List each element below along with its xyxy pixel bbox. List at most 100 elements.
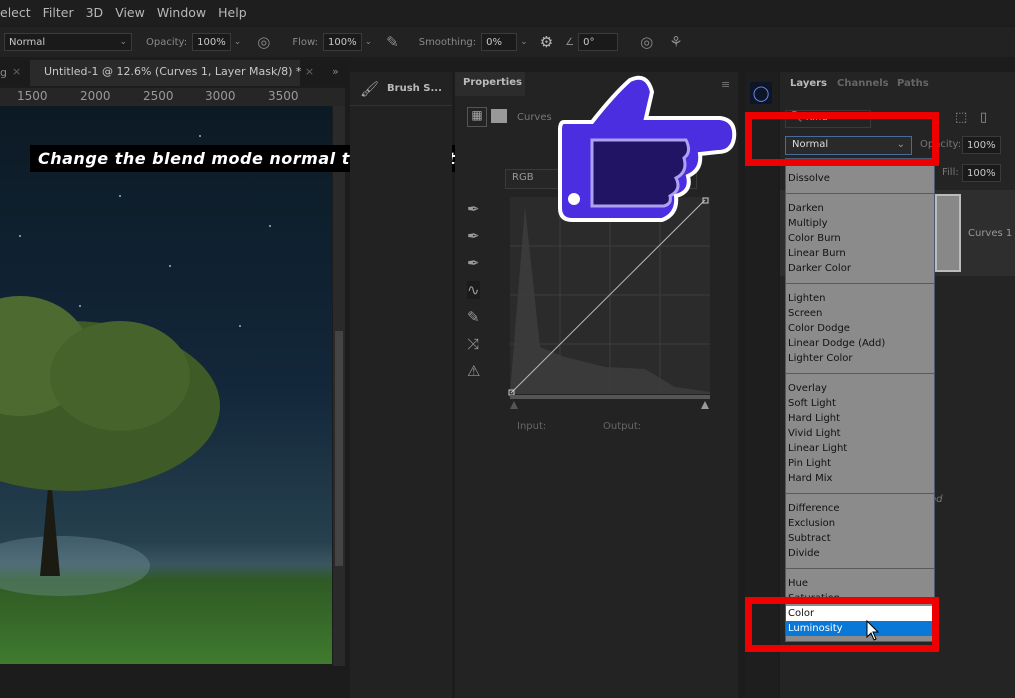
ruler-label: 1500 — [17, 89, 48, 103]
layer-opacity-input[interactable]: 100% — [962, 136, 1001, 154]
scroll-thumb[interactable] — [335, 331, 343, 566]
navigator-icon[interactable]: ◯ — [750, 82, 772, 104]
angle-input[interactable]: 0° — [578, 33, 619, 51]
blend-option-color-dodge[interactable]: Color Dodge — [786, 321, 934, 336]
divider — [786, 283, 934, 284]
blend-option-linear-burn[interactable]: Linear Burn — [786, 246, 934, 261]
menu-3d[interactable]: 3D — [86, 5, 104, 20]
mode-value: Normal — [9, 36, 46, 48]
menu-help[interactable]: Help — [218, 5, 247, 20]
blend-option-darken[interactable]: Darken — [786, 201, 934, 216]
divider — [786, 193, 934, 194]
blend-option-difference[interactable]: Difference — [786, 501, 934, 516]
menu-select[interactable]: elect — [0, 5, 31, 20]
blend-mode-dropdown[interactable]: Dissolve Darken Multiply Color Burn Line… — [785, 158, 935, 642]
clipping-warning-icon[interactable]: ⚠ — [467, 362, 480, 380]
tab-channels[interactable]: Channels — [837, 78, 889, 89]
artboard-icon[interactable]: ▯ — [980, 110, 987, 125]
gear-icon[interactable]: ⚙ — [540, 33, 553, 51]
pointing-hand-icon — [558, 75, 737, 222]
blend-option-hue[interactable]: Hue — [786, 576, 934, 591]
opacity-input[interactable]: 100% — [192, 33, 231, 51]
blend-option-color-burn[interactable]: Color Burn — [786, 231, 934, 246]
mask-icon[interactable] — [491, 109, 507, 123]
adjustment-type: Curves — [517, 112, 552, 123]
blend-option-vivid-light[interactable]: Vivid Light — [786, 426, 934, 441]
close-icon[interactable]: × — [305, 65, 314, 78]
input-label: Input: — [517, 421, 547, 432]
divider — [786, 493, 934, 494]
ruler-label: 2500 — [143, 89, 174, 103]
blend-option-hard-mix[interactable]: Hard Mix — [786, 471, 934, 486]
pressure-opacity-icon[interactable]: ◎ — [257, 33, 270, 51]
ruler-label: 2000 — [80, 89, 111, 103]
pressure-size-icon[interactable]: ◎ — [640, 33, 653, 51]
close-icon[interactable]: × — [12, 65, 21, 78]
flow-label: Flow: — [292, 36, 318, 48]
output-label: Output: — [603, 421, 642, 432]
blend-option-divide[interactable]: Divide — [786, 546, 934, 561]
properties-tab[interactable]: Properties — [455, 72, 525, 96]
brush-settings-label: Brush S... — [387, 83, 442, 94]
menu-filter[interactable]: Filter — [43, 5, 74, 20]
fill-input[interactable]: 100% — [962, 164, 1001, 182]
menu-window[interactable]: Window — [157, 5, 206, 20]
curves-adjustment-icon[interactable]: ▦ — [467, 107, 487, 127]
chevron-down-icon[interactable]: ⌄ — [365, 37, 373, 47]
canvas-image — [0, 135, 301, 596]
pencil-icon[interactable]: ✎ — [467, 308, 480, 326]
eyedropper-white-icon[interactable]: ✒ — [467, 254, 480, 272]
divider — [786, 373, 934, 374]
blend-option-linear-dodge[interactable]: Linear Dodge (Add) — [786, 336, 934, 351]
document-canvas[interactable] — [0, 106, 332, 664]
layer-mask-thumbnail[interactable] — [935, 194, 961, 272]
blend-option-dissolve[interactable]: Dissolve — [786, 171, 934, 186]
tab-label: Untitled-1 @ 12.6% (Curves 1, Layer Mask… — [44, 65, 302, 78]
symmetry-icon[interactable]: ⚘ — [669, 33, 682, 51]
curve-points-icon[interactable]: ∿ — [467, 281, 481, 299]
channel-value: RGB — [512, 172, 534, 183]
highlight-box-luminosity — [745, 597, 939, 652]
blend-option-pin-light[interactable]: Pin Light — [786, 456, 934, 471]
eyedropper-black-icon[interactable]: ✒ — [467, 200, 480, 218]
blend-option-overlay[interactable]: Overlay — [786, 381, 934, 396]
angle-icon: ∠ — [565, 36, 575, 48]
airbrush-icon[interactable]: ✎ — [386, 33, 399, 51]
white-slider[interactable] — [701, 401, 709, 409]
mouse-cursor-icon — [866, 620, 880, 641]
smoothing-input[interactable]: 0% — [481, 33, 518, 51]
tab-paths[interactable]: Paths — [897, 78, 929, 89]
blend-option-multiply[interactable]: Multiply — [786, 216, 934, 231]
chevron-down-icon[interactable]: ⌄ — [234, 37, 242, 47]
tab-untitled-1[interactable]: Untitled-1 @ 12.6% (Curves 1, Layer Mask… — [30, 60, 314, 86]
expand-icon[interactable]: » — [332, 65, 339, 78]
menu-view[interactable]: View — [115, 5, 145, 20]
blend-option-screen[interactable]: Screen — [786, 306, 934, 321]
chevron-down-icon[interactable]: ⌄ — [520, 37, 528, 47]
eyedropper-gray-icon[interactable]: ✒ — [467, 227, 480, 245]
menu-bar: elect Filter 3D View Window Help — [0, 0, 1015, 25]
layer-name[interactable]: Curves 1 — [968, 228, 1012, 239]
flow-input[interactable]: 100% — [323, 33, 362, 51]
blend-option-soft-light[interactable]: Soft Light — [786, 396, 934, 411]
document-tabs: g × Untitled-1 @ 12.6% (Curves 1, Layer … — [0, 60, 348, 86]
blend-option-hard-light[interactable]: Hard Light — [786, 411, 934, 426]
tab-layers[interactable]: Layers — [790, 78, 827, 89]
transform-icon[interactable]: ⬚ — [955, 110, 967, 125]
blend-option-subtract[interactable]: Subtract — [786, 531, 934, 546]
brush-mode-select[interactable]: Normal ⌄ — [4, 33, 132, 51]
ruler-label: 3500 — [268, 89, 299, 103]
blend-option-lighter-color[interactable]: Lighter Color — [786, 351, 934, 366]
curves-tools: ✒ ✒ ✒ ∿ ✎ ⤨ ⚠ — [467, 200, 481, 380]
brush-settings-tab[interactable]: 🖌 Brush S... — [350, 72, 452, 106]
tab-previous[interactable]: g — [0, 66, 7, 79]
smooth-icon[interactable]: ⤨ — [467, 335, 480, 353]
blend-option-darker-color[interactable]: Darker Color — [786, 261, 934, 276]
blend-option-linear-light[interactable]: Linear Light — [786, 441, 934, 456]
black-slider[interactable] — [510, 401, 518, 409]
chevron-down-icon: ⌄ — [119, 37, 127, 47]
vertical-scrollbar[interactable] — [333, 106, 345, 666]
highlight-box-blend-mode — [745, 112, 939, 166]
blend-option-lighten[interactable]: Lighten — [786, 291, 934, 306]
blend-option-exclusion[interactable]: Exclusion — [786, 516, 934, 531]
